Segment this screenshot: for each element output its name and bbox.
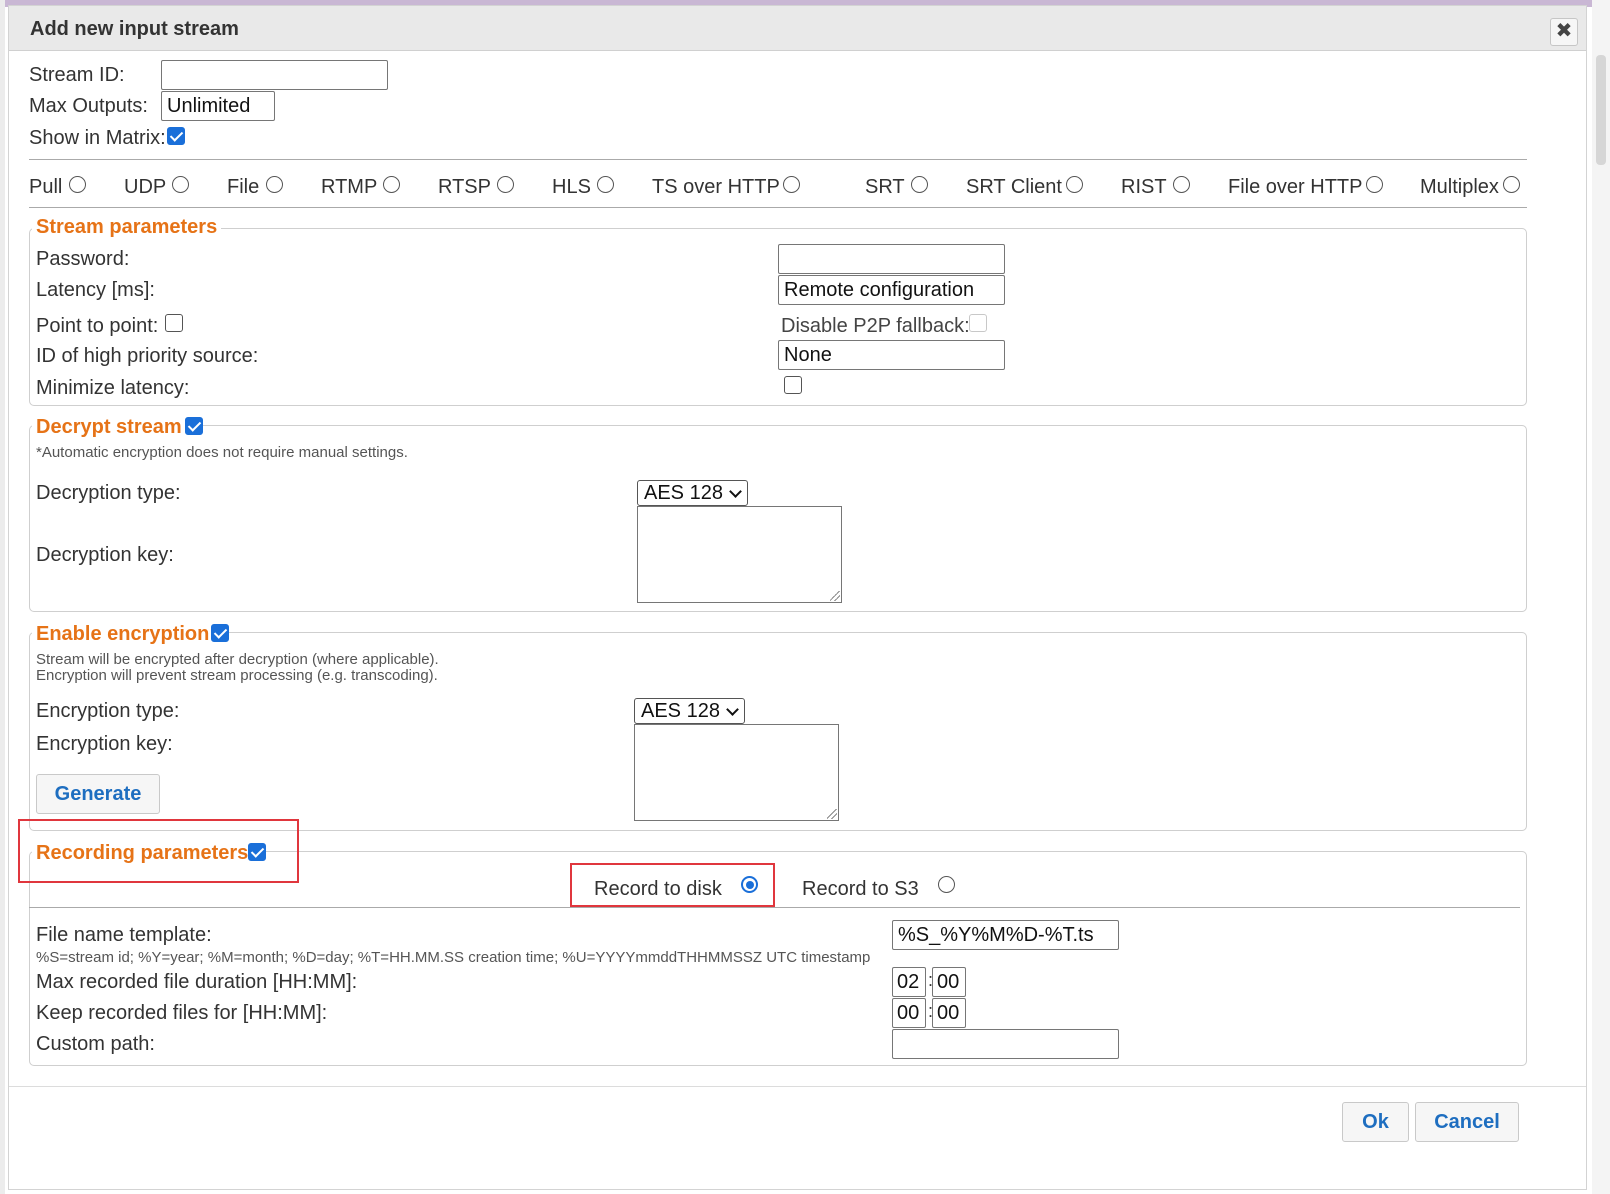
max-outputs-label: Max Outputs: (29, 95, 148, 117)
protocol-label-file: File (227, 176, 260, 198)
stream-parameters-legend: Stream parameters (32, 216, 222, 239)
background-scroll-area (1592, 0, 1610, 1194)
decryption-type-select[interactable]: AES 128 (637, 480, 748, 506)
protocol-label-srt-client: SRT Client (966, 176, 1062, 198)
chevron-down-icon (726, 703, 739, 716)
password-label: Password: (36, 248, 130, 270)
protocol-label-hls: HLS (552, 176, 591, 198)
disable-p2p-fallback-checkbox[interactable] (969, 314, 987, 332)
enable-encryption-checkbox[interactable] (211, 624, 229, 642)
protocol-label-srt: SRT (865, 176, 905, 198)
record-to-s3-radio[interactable] (938, 876, 955, 893)
file-name-template-input[interactable] (892, 920, 1119, 950)
protocol-radio-file[interactable] (266, 176, 283, 193)
latency-input[interactable] (778, 275, 1005, 305)
protocol-radio-hls[interactable] (597, 176, 614, 193)
cancel-button[interactable]: Cancel (1415, 1102, 1519, 1142)
generate-button[interactable]: Generate (36, 774, 160, 814)
protocol-label-udp: UDP (124, 176, 167, 198)
divider (29, 907, 1520, 908)
divider (29, 207, 1527, 208)
resize-grip-icon[interactable] (827, 809, 837, 819)
minimize-latency-checkbox[interactable] (784, 376, 802, 394)
protocol-label-rtsp: RTSP (438, 176, 491, 198)
high-priority-source-input[interactable] (778, 340, 1005, 370)
high-priority-source-label: ID of high priority source: (36, 345, 259, 367)
max-duration-minutes-input[interactable]: 00 (932, 967, 966, 997)
encryption-type-label: Encryption type: (36, 700, 180, 722)
protocol-radio-srt-client[interactable] (1066, 176, 1083, 193)
decrypt-stream-legend: Decrypt stream (32, 416, 186, 439)
decrypt-note: *Automatic encryption does not require m… (36, 444, 408, 461)
footer-divider (9, 1086, 1586, 1087)
add-input-stream-dialog: Add new input stream ✖ Stream ID: Max Ou… (8, 5, 1587, 1190)
encryption-type-select[interactable]: AES 128 (634, 698, 745, 724)
file-name-template-help: %S=stream id; %Y=year; %M=month; %D=day;… (36, 949, 871, 966)
protocol-label-multiplex: Multiplex (1420, 176, 1499, 198)
record-to-disk-highlight (570, 863, 775, 907)
keep-files-minutes-input[interactable]: 00 (932, 998, 966, 1028)
show-in-matrix-label: Show in Matrix: (29, 127, 166, 149)
protocol-label-pull: Pull (29, 176, 63, 198)
protocol-radio-srt[interactable] (911, 176, 928, 193)
decryption-type-label: Decryption type: (36, 482, 181, 504)
disable-p2p-fallback-label: Disable P2P fallback: (781, 315, 970, 337)
protocol-radio-rtsp[interactable] (497, 176, 514, 193)
background-left-edge (0, 0, 5, 1194)
chevron-down-icon (729, 485, 742, 498)
close-icon[interactable]: ✖ (1550, 18, 1578, 46)
protocol-radio-rist[interactable] (1173, 176, 1190, 193)
protocol-radio-rtmp[interactable] (383, 176, 400, 193)
keep-files-hours-input[interactable]: 00 (892, 998, 926, 1028)
max-duration-hours-input[interactable]: 02 (892, 967, 926, 997)
custom-path-label: Custom path: (36, 1033, 155, 1055)
file-name-template-label: File name template: (36, 924, 212, 946)
divider (29, 159, 1527, 160)
protocol-label-ts-over-http: TS over HTTP (652, 176, 780, 198)
protocol-label-rist: RIST (1121, 176, 1167, 198)
resize-grip-icon[interactable] (830, 591, 840, 601)
decryption-type-value: AES 128 (644, 482, 723, 504)
point-to-point-label: Point to point: (36, 315, 159, 337)
protocol-label-rtmp: RTMP (321, 176, 378, 198)
protocol-radio-multiplex[interactable] (1503, 176, 1520, 193)
protocol-radio-udp[interactable] (172, 176, 189, 193)
protocol-radio-file-over-http[interactable] (1366, 176, 1383, 193)
recording-parameters-highlight (18, 819, 299, 883)
keep-files-label: Keep recorded files for [HH:MM]: (36, 1002, 328, 1024)
protocol-radio-pull[interactable] (69, 176, 86, 193)
ok-button[interactable]: Ok (1342, 1102, 1409, 1142)
background-scrollbar[interactable] (1596, 55, 1606, 165)
stream-id-label: Stream ID: (29, 64, 125, 86)
protocol-radio-ts-over-http[interactable] (783, 176, 800, 193)
minimize-latency-label: Minimize latency: (36, 377, 190, 399)
stream-id-input[interactable] (161, 60, 388, 90)
password-input[interactable] (778, 244, 1005, 274)
decryption-key-textarea[interactable] (637, 506, 842, 603)
enable-encryption-legend: Enable encryption (32, 623, 214, 646)
encryption-note-line1: Stream will be encrypted after decryptio… (36, 651, 439, 668)
latency-label: Latency [ms]: (36, 279, 155, 301)
encryption-key-label: Encryption key: (36, 733, 173, 755)
decryption-key-label: Decryption key: (36, 544, 174, 566)
max-duration-label: Max recorded file duration [HH:MM]: (36, 971, 358, 993)
encryption-type-value: AES 128 (641, 700, 720, 722)
protocol-label-file-over-http: File over HTTP (1228, 176, 1363, 198)
dialog-title: Add new input stream (30, 18, 239, 40)
max-outputs-input[interactable] (161, 91, 275, 121)
encryption-key-textarea[interactable] (634, 724, 839, 821)
custom-path-input[interactable] (892, 1029, 1119, 1059)
decrypt-stream-checkbox[interactable] (185, 417, 203, 435)
dialog-titlebar[interactable]: Add new input stream ✖ (9, 6, 1586, 51)
record-to-s3-label: Record to S3 (802, 878, 919, 900)
show-in-matrix-checkbox[interactable] (167, 127, 185, 145)
encryption-note-line2: Encryption will prevent stream processin… (36, 667, 438, 684)
point-to-point-checkbox[interactable] (165, 314, 183, 332)
